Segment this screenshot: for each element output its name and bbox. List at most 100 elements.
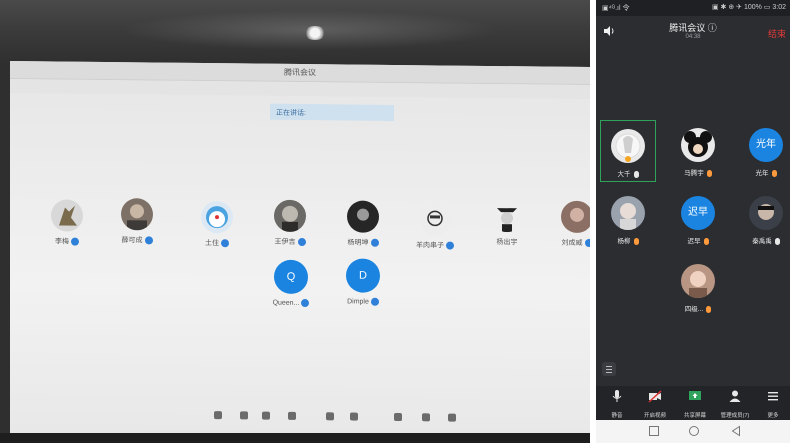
share-screen-button[interactable]: 共享屏幕 [676, 389, 714, 419]
mic-icon [706, 305, 712, 313]
participant-name: 马腾宇 [684, 170, 704, 177]
status-signal: ▣⁴ᴳ.ıl 令 [602, 5, 630, 12]
avatar-initials: 迟早 [681, 196, 715, 230]
list-icon[interactable] [602, 362, 616, 376]
participant-tile[interactable]: Q Queen... [256, 259, 326, 308]
grid-icon[interactable] [394, 412, 402, 422]
toolbar-label: 共享屏幕 [683, 413, 706, 419]
participant-tile[interactable]: 羊肉串子 [400, 203, 470, 251]
record-icon[interactable] [350, 412, 358, 421]
participant-tile[interactable]: 杨出宇 [472, 200, 542, 248]
avatar [201, 200, 233, 234]
avatar [611, 196, 645, 230]
avatar [121, 198, 153, 231]
status-bar: ▣⁴ᴳ.ıl 令 ▣ ✱ ⊕ ✈ 100% ▭ 3:02 [596, 0, 790, 16]
avatar-initial: D [346, 258, 380, 293]
members-icon [729, 390, 741, 402]
participant-tile[interactable]: 刘成威 [542, 200, 590, 249]
mic-icon [633, 170, 639, 178]
meeting-title[interactable]: 腾讯会议 ⓘ [596, 21, 790, 34]
toolbar-label: 开启视频 [643, 413, 666, 419]
participant-name: 秦禹禹 [752, 238, 772, 245]
circle-icon[interactable] [688, 425, 700, 437]
more-button[interactable]: 更多 [754, 389, 790, 419]
square-icon[interactable] [648, 425, 660, 437]
phone-screen: ▣⁴ᴳ.ıl 令 ▣ ✱ ⊕ ✈ 100% ▭ 3:02 腾讯会议 ⓘ 04:3… [596, 0, 790, 443]
participant-tile[interactable]: D Dimple [328, 258, 398, 306]
avatar [51, 199, 83, 232]
avatar [611, 129, 645, 163]
participant-tile[interactable]: 杨明坤 [328, 200, 398, 248]
invite-icon[interactable] [288, 411, 296, 420]
participant-name: 杨柳 [617, 238, 631, 245]
mic-icon [771, 169, 777, 177]
mic-icon [297, 238, 306, 247]
avatar [561, 200, 590, 234]
laptop-camera [304, 26, 326, 40]
apps-icon[interactable] [422, 413, 430, 422]
meeting-toolbar: 静音 开启视频 共享屏幕 管理成员(7) 更多 [596, 386, 790, 420]
microphone-icon [612, 390, 622, 402]
chat-icon[interactable] [326, 412, 334, 421]
mic-icon [446, 241, 454, 250]
avatar [749, 196, 783, 230]
participant-name: 李梅 [55, 238, 69, 246]
participant-name: 羊肉串子 [416, 242, 444, 250]
avatar [419, 203, 451, 236]
participant-tile[interactable]: 薛可成 [102, 198, 172, 246]
mic-icon [584, 239, 590, 248]
mic-icon [370, 238, 379, 247]
avatar-initials: 光年 [749, 128, 783, 162]
avatar [347, 200, 379, 233]
android-nav-bar [596, 420, 790, 443]
laptop-photo: 腾讯会议 正在讲话: 李梅 薛可成 土住 王伊吉 杨明坤 羊肉串子 杨出宇 刘成… [0, 0, 590, 443]
participant-name: 土住 [205, 240, 219, 248]
window-title: 腾讯会议 [284, 67, 316, 78]
participant-name: 大千 [617, 171, 631, 178]
speaking-indicator: 正在讲话: [270, 103, 394, 121]
participant-tile[interactable]: 杨柳 [600, 188, 656, 250]
mic-icon [301, 299, 310, 308]
mic-icon [221, 239, 229, 248]
members-icon[interactable] [262, 411, 270, 420]
participant-tile[interactable]: 王伊吉 [255, 199, 325, 248]
participant-tile[interactable]: 马腾宇 [670, 120, 726, 182]
laptop-base [0, 433, 590, 443]
manage-members-button[interactable]: 管理成员(7) [716, 389, 754, 419]
toolbar-label: 静音 [611, 413, 623, 419]
participant-tile[interactable]: 李梅 [32, 199, 102, 247]
triangle-back-icon[interactable] [730, 425, 742, 437]
laptop-meeting-toolbar [200, 403, 470, 428]
avatar [681, 128, 715, 162]
mic-icon[interactable] [214, 411, 222, 420]
settings-icon[interactable] [448, 413, 456, 422]
avatar [681, 264, 715, 298]
participant-tile[interactable]: 秦禹禹 [738, 188, 790, 250]
video-off-icon [648, 390, 662, 403]
participant-tile[interactable]: 迟早 迟早 [670, 188, 726, 250]
meeting-header: 腾讯会议 ⓘ 04:38 结束 [596, 16, 790, 46]
participant-name: 四级... [684, 306, 704, 313]
avatar-initial: Q [274, 259, 308, 295]
video-button[interactable]: 开启视频 [636, 389, 674, 419]
mic-icon [633, 237, 639, 245]
toolbar-label: 更多 [767, 413, 779, 419]
participant-tile[interactable]: 土住 [182, 200, 252, 249]
participant-tile[interactable]: 光年 光年 [738, 120, 790, 182]
participant-tile-active[interactable]: 大千 [600, 120, 656, 182]
participant-name: 杨出宇 [496, 239, 518, 247]
participant-name: 光年 [755, 170, 769, 177]
participant-name: 刘成威 [561, 239, 583, 247]
shield-icon[interactable] [240, 411, 248, 420]
participant-tile[interactable]: 四级... [670, 256, 726, 318]
end-meeting-button[interactable]: 结束 [768, 27, 786, 40]
mic-icon [370, 297, 379, 306]
toolbar-label: 管理成员(7) [720, 413, 750, 419]
mic-icon [144, 236, 153, 245]
participant-name: 杨明坤 [347, 239, 369, 247]
status-battery-time: ▣ ✱ ⊕ ✈ 100% ▭ 3:02 [711, 4, 786, 11]
mic-icon [706, 169, 712, 177]
meeting-duration: 04:38 [685, 34, 701, 40]
mute-button[interactable]: 静音 [598, 389, 636, 419]
participant-name: Queen... [272, 299, 300, 307]
